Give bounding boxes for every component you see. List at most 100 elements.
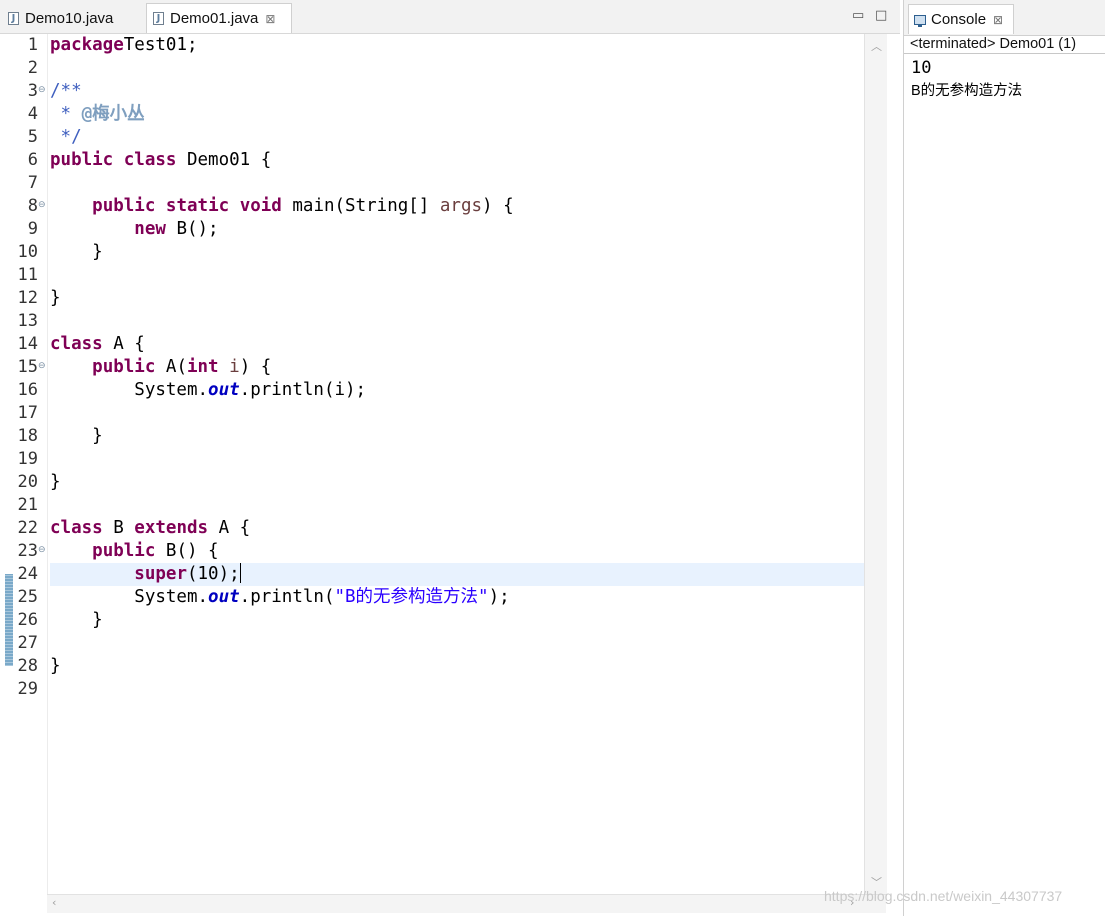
- line-number: 13: [17, 311, 38, 331]
- code-line[interactable]: 23 ⊖ public B() {: [0, 540, 864, 563]
- code-line[interactable]: 2: [0, 57, 864, 80]
- tab-demo01[interactable]: J Demo01.java ⊠: [146, 3, 292, 33]
- code-text: }: [50, 610, 103, 630]
- line-number: 18: [17, 426, 38, 446]
- line-number: 16: [17, 380, 38, 400]
- code-text: packageTest01;: [50, 35, 198, 55]
- line-number: 5: [27, 127, 38, 147]
- line-number: 28: [17, 656, 38, 676]
- scroll-left-icon[interactable]: ‹: [52, 896, 56, 909]
- line-number: 14: [17, 334, 38, 354]
- code-line[interactable]: 7: [0, 172, 864, 195]
- java-file-icon: J: [8, 11, 19, 25]
- line-number: 24: [17, 564, 38, 584]
- code-text: /**: [50, 81, 82, 101]
- line-number: 1: [27, 35, 38, 55]
- line-number: 3: [27, 81, 38, 101]
- line-number: 26: [17, 610, 38, 630]
- line-number: 4: [27, 104, 38, 124]
- code-line[interactable]: 27: [0, 632, 864, 655]
- fold-collapse-icon[interactable]: ⊖: [38, 86, 47, 95]
- line-number: 11: [17, 265, 38, 285]
- divider: [904, 53, 1105, 54]
- editor-tab-bar: J Demo10.java J Demo01.java ⊠ ▭ □: [0, 0, 900, 34]
- watermark: https://blog.csdn.net/weixin_44307737: [824, 888, 1063, 904]
- tab-console[interactable]: Console ⊠: [908, 4, 1014, 34]
- tab-label: Demo10.java: [25, 9, 114, 27]
- code-line[interactable]: 8 ⊖ public static void main(String[] args…: [0, 195, 864, 218]
- line-number: 23: [17, 541, 38, 561]
- console-output-line: B的无参构造方法: [911, 83, 1023, 99]
- code-line[interactable]: 19: [0, 448, 864, 471]
- editor-pane: J Demo10.java J Demo01.java ⊠ ▭ □ 1 packa…: [0, 0, 900, 916]
- fold-collapse-icon[interactable]: ⊖: [38, 546, 47, 555]
- text-caret: [239, 563, 241, 583]
- code-line[interactable]: 12}: [0, 287, 864, 310]
- code-text: public static void main(String[] args) {: [92, 196, 514, 216]
- close-icon[interactable]: ⊠: [993, 13, 1003, 27]
- console-tab-bar: Console ⊠: [904, 0, 1105, 36]
- line-number: 15: [17, 357, 38, 377]
- code-line[interactable]: 4 * @梅小丛: [0, 103, 864, 126]
- minimize-icon[interactable]: ▭: [852, 8, 864, 23]
- console-tab-label: Console: [931, 11, 987, 28]
- code-line[interactable]: 29: [0, 678, 864, 701]
- line-number: 20: [17, 472, 38, 492]
- java-file-icon: J: [153, 12, 164, 25]
- line-number: 22: [17, 518, 38, 538]
- code-line[interactable]: 21: [0, 494, 864, 517]
- line-number: 6: [27, 150, 38, 170]
- code-text: }: [50, 656, 61, 676]
- line-number: 10: [17, 242, 38, 262]
- horizontal-scrollbar[interactable]: ‹ ›: [47, 894, 886, 913]
- code-line[interactable]: 14 class A {: [0, 333, 864, 356]
- line-number: 19: [17, 449, 38, 469]
- tab-demo10[interactable]: J Demo10.java: [2, 4, 144, 32]
- code-text: public class Demo01 {: [50, 150, 272, 170]
- console-status: <terminated> Demo01 (1): [910, 36, 1077, 52]
- code-line[interactable]: 11: [0, 264, 864, 287]
- code-line[interactable]: 13: [0, 310, 864, 333]
- code-line[interactable]: 17: [0, 402, 864, 425]
- code-text: System.out.println(i);: [50, 380, 367, 400]
- code-text: */: [50, 127, 82, 147]
- console-output-line: 10: [911, 58, 932, 78]
- code-text: super(10);: [134, 563, 241, 584]
- scroll-up-icon[interactable]: ︿: [871, 38, 882, 54]
- code-line[interactable]: 16 System.out.println(i);: [0, 379, 864, 402]
- line-number: 17: [17, 403, 38, 423]
- tab-label: Demo01.java: [170, 10, 259, 27]
- code-line[interactable]: 5 */: [0, 126, 864, 149]
- code-line[interactable]: 28}: [0, 655, 864, 678]
- code-text: }: [50, 426, 103, 446]
- code-area[interactable]: 1 packageTest01; 2 3 ⊖/** 4 * @梅小丛 5 */6 public…: [0, 34, 864, 894]
- code-line[interactable]: 1 packageTest01;: [0, 34, 864, 57]
- line-number: 12: [17, 288, 38, 308]
- line-number: 27: [17, 633, 38, 653]
- code-text: System.out.println("B的无参构造方法");: [50, 587, 510, 607]
- line-number: 25: [17, 587, 38, 607]
- code-line[interactable]: 10 }: [0, 241, 864, 264]
- line-number: 8: [27, 196, 38, 216]
- code-text: public B() {: [92, 541, 219, 561]
- code-line[interactable]: 18 }: [0, 425, 864, 448]
- console-monitor-icon: [914, 14, 926, 27]
- code-line[interactable]: 25 System.out.println("B的无参构造方法");: [0, 586, 864, 609]
- code-line[interactable]: 9 new B();: [0, 218, 864, 241]
- fold-collapse-icon[interactable]: ⊖: [38, 362, 47, 371]
- code-text: class A {: [50, 334, 145, 354]
- code-line[interactable]: 20}: [0, 471, 864, 494]
- code-text: class B extends A {: [50, 518, 251, 538]
- maximize-icon[interactable]: □: [875, 8, 887, 23]
- line-number: 2: [27, 58, 38, 78]
- code-line[interactable]: 24 super(10);: [0, 563, 864, 586]
- vertical-scrollbar[interactable]: ︿ ﹀: [864, 34, 887, 894]
- code-text: }: [50, 472, 61, 492]
- code-line[interactable]: 6 public class Demo01 {: [0, 149, 864, 172]
- close-icon[interactable]: ⊠: [265, 12, 275, 26]
- fold-collapse-icon[interactable]: ⊖: [38, 201, 47, 210]
- code-line[interactable]: 15 ⊖ public A(int i) {: [0, 356, 864, 379]
- code-line[interactable]: 3 ⊖/**: [0, 80, 864, 103]
- code-line[interactable]: 22 class B extends A {: [0, 517, 864, 540]
- code-line[interactable]: 26 }: [0, 609, 864, 632]
